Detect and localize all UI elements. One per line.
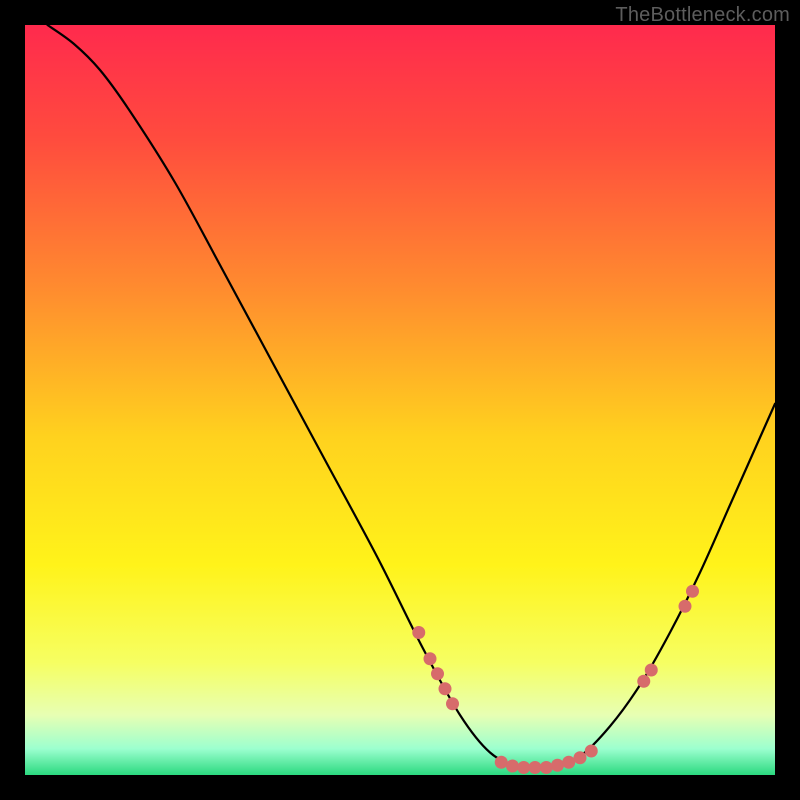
chart-gradient-background — [25, 25, 775, 775]
attribution-text: TheBottleneck.com — [615, 4, 790, 27]
chart-frame — [25, 25, 775, 775]
